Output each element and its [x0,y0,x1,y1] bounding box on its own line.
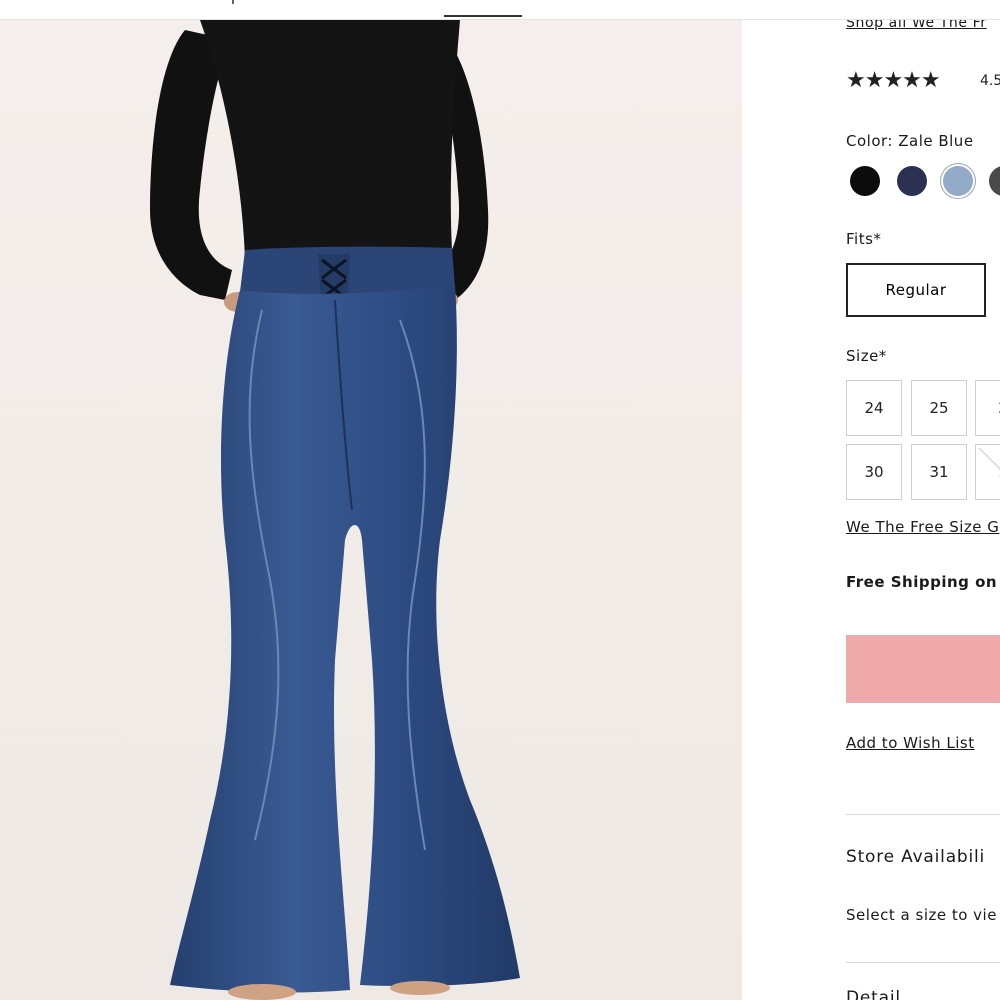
size-label: Size* [846,347,887,365]
model-photo-illustration [0,20,742,1000]
size-button-30[interactable]: 30 [846,444,902,500]
size-button-25[interactable]: 25 [911,380,967,436]
swatch-navy[interactable] [897,166,927,196]
size-button-31[interactable]: 31 [911,444,967,500]
rating-value: 4.5 [980,73,1000,89]
top-nav-bar [0,0,1000,20]
active-tab-indicator [444,15,522,17]
details-heading[interactable]: Detail [846,988,901,1000]
size-guide-link[interactable]: We The Free Size G [846,518,999,536]
swatch-zale-blue[interactable] [943,166,973,196]
product-details-panel: Shop all We The Fr ★★★★★ 4.5 Color: Zale… [742,20,1000,1000]
shop-all-link[interactable]: Shop all We The Fr [846,20,987,31]
fit-regular-button[interactable]: Regular [846,263,986,317]
store-availability-subtext: Select a size to vie [846,906,997,924]
rating-stars-icon[interactable]: ★★★★★ [846,68,941,93]
swatch-grey[interactable] [989,166,1000,196]
fits-label: Fits* [846,230,882,248]
size-button-24[interactable]: 24 [846,380,902,436]
size-button-32[interactable]: 3 [975,444,1000,500]
store-availability-heading[interactable]: Store Availabili [846,847,985,867]
swatch-black[interactable] [850,166,880,196]
add-to-basket-button[interactable] [846,635,1000,703]
product-image[interactable] [0,20,742,1000]
divider [846,962,1000,963]
size-button-26[interactable]: 2 [975,380,1000,436]
color-label: Color: Zale Blue [846,132,974,150]
add-to-wish-list-link[interactable]: Add to Wish List [846,734,975,752]
divider [846,814,1000,815]
nav-item-fragment [232,0,234,4]
size-button-32-wrapper: 3 [975,444,1000,500]
free-shipping-text: Free Shipping on [846,573,998,591]
